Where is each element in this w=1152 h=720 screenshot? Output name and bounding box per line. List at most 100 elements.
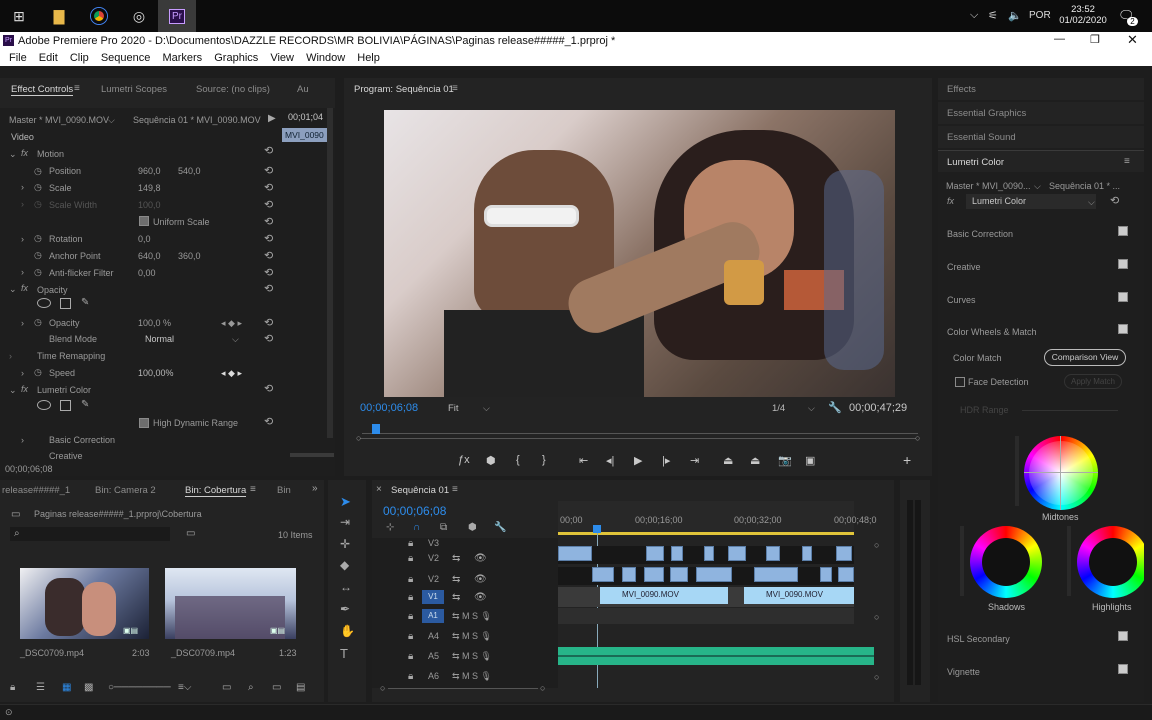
stopwatch-icon[interactable]: ◷ bbox=[34, 166, 42, 177]
panel-menu-icon[interactable]: ≡ bbox=[452, 83, 458, 94]
uniform-scale-checkbox[interactable] bbox=[139, 216, 149, 226]
lock-icon[interactable]: 🔒︎ bbox=[408, 611, 413, 622]
timeline-clip[interactable] bbox=[558, 546, 592, 561]
go-to-out-icon[interactable]: ⇥ bbox=[690, 454, 699, 467]
menu-file[interactable]: File bbox=[9, 50, 27, 66]
freeform-view-icon[interactable]: ▩ bbox=[84, 682, 93, 693]
reset-icon[interactable]: ⟲ bbox=[264, 332, 273, 345]
playhead-handle[interactable] bbox=[593, 525, 601, 533]
menu-help[interactable]: Help bbox=[357, 50, 380, 66]
hsl-checkbox[interactable] bbox=[1118, 631, 1128, 641]
chrome-icon[interactable] bbox=[80, 0, 118, 32]
lock-icon[interactable]: 🔒︎ bbox=[10, 682, 15, 693]
timeline-clip[interactable] bbox=[670, 567, 688, 582]
reset-icon[interactable]: ⟲ bbox=[264, 181, 273, 194]
timeline-zoom-handle[interactable]: ○ bbox=[380, 683, 385, 693]
position-x-value[interactable]: 960,0 bbox=[138, 166, 161, 176]
timeline-ruler[interactable] bbox=[558, 501, 854, 535]
pen-mask-icon[interactable]: ✎ bbox=[81, 399, 89, 410]
sync-lock-icon[interactable]: ⇆ bbox=[452, 574, 460, 585]
eye-icon[interactable]: 👁︎ bbox=[474, 574, 487, 585]
tab-lumetri-color[interactable]: Lumetri Color bbox=[947, 157, 1004, 168]
timeline-clip[interactable] bbox=[644, 567, 664, 582]
sort-icon[interactable]: ≡⌵ bbox=[178, 682, 191, 693]
keyframe-nav-icon[interactable]: ◂ ◆ ▸ bbox=[221, 368, 242, 379]
rectangle-mask-icon[interactable] bbox=[60, 298, 71, 309]
timeline-clip[interactable] bbox=[766, 546, 780, 561]
vertical-scroll-handle[interactable]: ○ bbox=[874, 672, 879, 682]
blend-mode-dropdown[interactable]: Normal bbox=[145, 334, 174, 344]
language-indicator[interactable]: POR bbox=[1029, 10, 1051, 21]
list-view-icon[interactable]: ☰ bbox=[36, 682, 45, 693]
lock-icon[interactable]: 🔒︎ bbox=[408, 592, 413, 603]
menu-graphics[interactable]: Graphics bbox=[214, 50, 258, 66]
obs-icon[interactable]: ◎ bbox=[120, 0, 158, 32]
settings-wrench-icon[interactable]: 🔧 bbox=[828, 401, 842, 414]
menu-edit[interactable]: Edit bbox=[39, 50, 58, 66]
lock-icon[interactable]: 🔒︎ bbox=[408, 574, 413, 585]
panel-menu-icon[interactable]: ≡ bbox=[452, 484, 458, 495]
stopwatch-icon[interactable]: ◷ bbox=[34, 367, 42, 378]
motion-expand-icon[interactable]: ⌄ bbox=[9, 149, 17, 160]
panel-menu-icon[interactable]: ≡ bbox=[74, 83, 80, 94]
track-label-v2[interactable]: V2 bbox=[428, 553, 439, 563]
keyframe-nav-icon[interactable]: ◂ ◆ ▸ bbox=[221, 318, 242, 329]
network-icon[interactable]: ⚟ bbox=[988, 9, 998, 22]
eye-icon[interactable]: 👁︎ bbox=[474, 592, 487, 603]
add-marker-fx-icon[interactable]: ƒx bbox=[458, 454, 470, 466]
reset-icon[interactable]: ⟲ bbox=[264, 282, 273, 295]
eye-icon[interactable]: 👁︎ bbox=[474, 553, 487, 564]
icon-view-icon[interactable]: ▦ bbox=[62, 682, 71, 693]
menu-view[interactable]: View bbox=[270, 50, 294, 66]
lift-icon[interactable]: ⏏ bbox=[723, 454, 733, 467]
timeline-clip[interactable] bbox=[836, 546, 852, 561]
type-tool-icon[interactable]: T bbox=[340, 646, 348, 661]
lumetri-effect-dropdown[interactable]: Lumetri Color bbox=[966, 194, 1096, 209]
snap-magnet-icon[interactable]: ∩ bbox=[413, 522, 420, 533]
menu-markers[interactable]: Markers bbox=[162, 50, 202, 66]
ec-clip-bar[interactable]: MVI_0090 bbox=[282, 128, 328, 142]
fx-icon[interactable]: fx bbox=[21, 283, 28, 293]
stopwatch-icon[interactable]: ◷ bbox=[34, 267, 42, 278]
fit-dropdown-icon[interactable]: ⌵ bbox=[483, 403, 490, 414]
tab-bin-camera-2[interactable]: Bin: Camera 2 bbox=[95, 485, 156, 496]
section-hsl-secondary[interactable]: HSL Secondary bbox=[947, 634, 1010, 644]
fx-icon[interactable]: fx bbox=[21, 384, 28, 394]
program-ruler[interactable] bbox=[362, 426, 918, 434]
tab-bin-cobertura[interactable]: Bin: Cobertura bbox=[185, 485, 247, 497]
stopwatch-icon[interactable]: ◷ bbox=[34, 250, 42, 261]
tab-essential-graphics[interactable]: Essential Graphics bbox=[947, 108, 1026, 119]
add-marker-icon[interactable]: ⬢ bbox=[468, 522, 477, 533]
extract-icon[interactable]: ⏏ bbox=[750, 454, 760, 467]
sync-lock-icon[interactable]: ⇆ bbox=[452, 553, 460, 564]
tab-effect-controls[interactable]: Effect Controls bbox=[11, 84, 74, 96]
tab-source[interactable]: Source: (no clips) bbox=[196, 84, 270, 95]
timeline-clip[interactable] bbox=[820, 567, 832, 582]
timeline-clip[interactable] bbox=[802, 546, 812, 561]
find-icon[interactable]: ⌕ bbox=[248, 682, 254, 693]
step-forward-icon[interactable]: |▸ bbox=[662, 454, 670, 467]
volume-icon[interactable]: 🔈 bbox=[1008, 9, 1022, 22]
mark-in-icon[interactable]: { bbox=[516, 454, 520, 466]
timeline-clip[interactable] bbox=[696, 567, 732, 582]
track-target-v1[interactable]: V1 bbox=[422, 590, 444, 604]
new-item-icon[interactable]: ▤ bbox=[296, 682, 305, 693]
fit-dropdown[interactable]: Fit bbox=[448, 403, 459, 414]
track-controls-a5[interactable]: ⇆ M S 🎙 bbox=[452, 651, 492, 662]
ellipse-mask-icon[interactable] bbox=[37, 298, 51, 308]
curves-checkbox[interactable] bbox=[1118, 292, 1128, 302]
zoom-slider[interactable]: ○──────── bbox=[108, 682, 171, 693]
sequence-clip-label[interactable]: Sequência 01 * MVI_0090.MOV bbox=[133, 115, 261, 125]
rotation-expand-icon[interactable]: › bbox=[21, 234, 24, 244]
midtones-color-wheel[interactable] bbox=[1024, 436, 1098, 510]
timeline-clip[interactable] bbox=[704, 546, 714, 561]
panel-menu-icon[interactable]: ≡ bbox=[250, 484, 256, 495]
track-label-a4[interactable]: A4 bbox=[428, 631, 439, 641]
track-controls-a4[interactable]: ⇆ M S 🎙 bbox=[452, 631, 492, 642]
face-detection-checkbox[interactable] bbox=[955, 377, 965, 387]
track-label-a6[interactable]: A6 bbox=[428, 671, 439, 681]
nest-icon[interactable]: ⊹ bbox=[386, 522, 394, 533]
antiflicker-value[interactable]: 0,00 bbox=[138, 268, 156, 278]
pen-mask-icon[interactable]: ✎ bbox=[81, 297, 89, 308]
restore-button[interactable]: ❐ bbox=[1090, 33, 1100, 46]
